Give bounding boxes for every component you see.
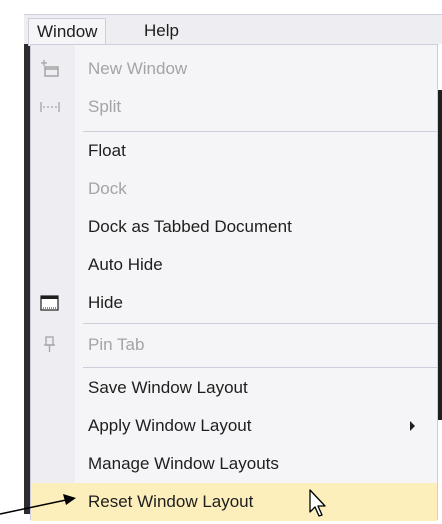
hide-window-icon [40, 295, 59, 311]
new-window-icon [41, 60, 59, 77]
menu-bar: Window Help [24, 14, 442, 46]
pin-icon [44, 336, 55, 352]
menu-item-label: Split [88, 97, 122, 116]
menu-item-label: Hide [88, 293, 123, 312]
menu-item-split[interactable]: Split [31, 88, 437, 126]
menu-item-label: Apply Window Layout [88, 416, 252, 435]
menu-item-label: Dock [88, 179, 127, 198]
menu-help[interactable]: Help [136, 18, 187, 46]
menu-item-label: Auto Hide [88, 255, 163, 274]
menu-item-label: Reset Window Layout [88, 492, 254, 511]
menu-item-save-window-layout[interactable]: Save Window Layout [31, 369, 437, 407]
submenu-arrow-icon [410, 421, 415, 431]
menu-item-label: Save Window Layout [88, 378, 248, 397]
menu-item-dock[interactable]: Dock [31, 170, 437, 208]
menu-item-label: New Window [88, 59, 188, 78]
menu-item-label: Manage Window Layouts [88, 454, 279, 473]
menu-separator [83, 367, 437, 368]
menu-item-auto-hide[interactable]: Auto Hide [31, 246, 437, 284]
menu-item-pin-tab[interactable]: Pin Tab [31, 326, 437, 364]
menu-window[interactable]: Window [28, 18, 107, 46]
menu-item-label: Float [88, 141, 126, 160]
menu-separator [83, 323, 437, 324]
menu-item-new-window[interactable]: New Window [31, 50, 437, 88]
menu-item-apply-window-layout[interactable]: Apply Window Layout [31, 407, 437, 445]
menu-item-manage-window-layouts[interactable]: Manage Window Layouts [31, 445, 437, 483]
menu-item-reset-window-layout[interactable]: Reset Window Layout [31, 483, 437, 521]
mouse-cursor-icon [309, 489, 326, 517]
menu-item-label: Pin Tab [88, 335, 145, 354]
menu-item-hide[interactable]: Hide [31, 284, 437, 322]
menu-item-dock-as-tabbed-document[interactable]: Dock as Tabbed Document [31, 208, 437, 246]
menu-item-float[interactable]: Float [31, 132, 437, 170]
window-menu-dropdown: New Window Split Float Dock Dock as Tabb… [30, 44, 438, 521]
menu-item-label: Dock as Tabbed Document [88, 217, 292, 236]
split-icon [40, 102, 60, 112]
